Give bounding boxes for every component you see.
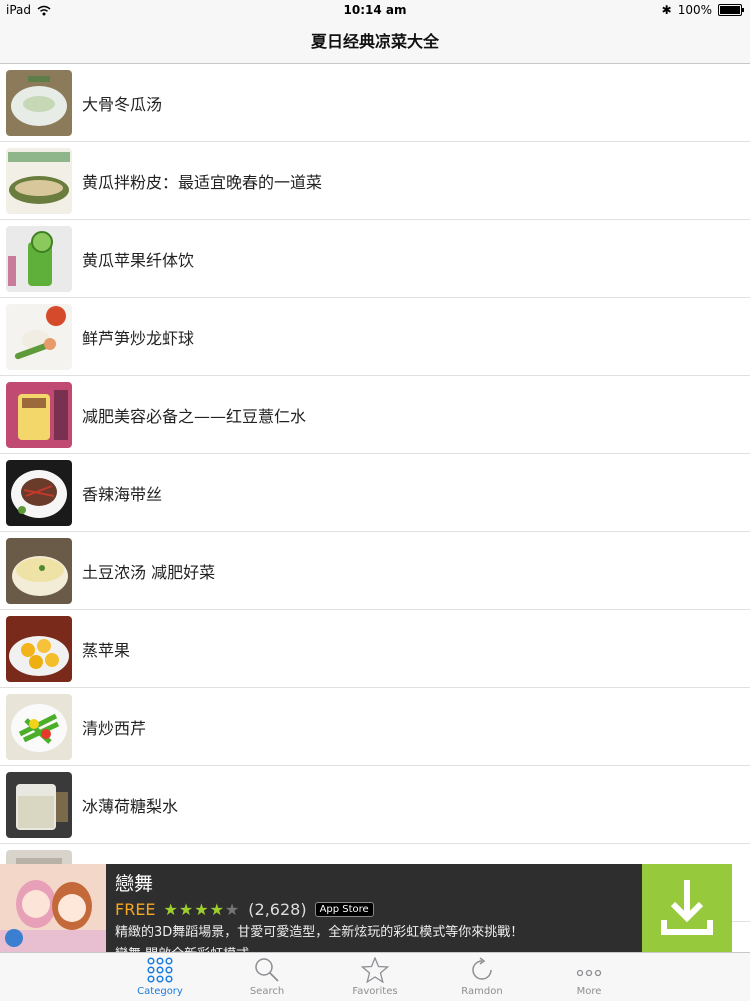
tab-label: Category <box>137 986 183 997</box>
recipe-title: 鲜芦笋炒龙虾球 <box>82 328 195 348</box>
recipe-thumbnail <box>6 381 72 448</box>
ad-app-name: 戀舞 <box>115 873 154 895</box>
ad-desc-line-2: 戀舞 開啟全新彩虹模式 <box>115 944 635 952</box>
tab-label: Ramdon <box>461 986 503 997</box>
search-icon <box>255 958 279 982</box>
tab-favorites[interactable]: Favorites <box>320 953 430 1001</box>
tab-bar: Category Search Favorites Ramdon More <box>0 952 750 1001</box>
recipe-thumbnail <box>6 459 72 526</box>
list-item[interactable]: 蒸苹果 <box>0 610 750 688</box>
list-item[interactable]: 减肥美容必备之——红豆薏仁水 <box>0 376 750 454</box>
recipe-title: 土豆浓汤 减肥好菜 <box>82 562 216 582</box>
tab-search[interactable]: Search <box>212 953 322 1001</box>
tab-category[interactable]: Category <box>105 953 215 1001</box>
download-icon <box>661 880 713 935</box>
recipe-title: 大骨冬瓜汤 <box>82 94 163 114</box>
page-title: 夏日经典凉菜大全 <box>310 32 439 51</box>
ad-app-artwork <box>0 864 106 952</box>
ad-description: 精緻的3D舞蹈場景，甘愛可愛造型，全新炫玩的彩虹模式等你來挑戰！ 戀舞 開啟全新… <box>115 922 635 952</box>
recipe-thumbnail <box>6 771 72 838</box>
grid-icon <box>147 957 173 983</box>
list-item[interactable]: 冰薄荷糖梨水 <box>0 766 750 844</box>
recipe-title: 香辣海带丝 <box>82 484 163 504</box>
list-item[interactable]: 香辣海带丝 <box>0 454 750 532</box>
tab-label: Favorites <box>352 986 398 997</box>
list-item[interactable]: 黄瓜拌粉皮：最适宜晚春的一道菜 <box>0 142 750 220</box>
ad-rating-count: (2,628) <box>248 900 307 919</box>
clock: 10:14 am <box>343 3 407 17</box>
star-icon <box>361 957 389 983</box>
ad-desc-line-1: 精緻的3D舞蹈場景，甘愛可愛造型，全新炫玩的彩虹模式等你來挑戰！ <box>115 925 524 940</box>
battery-icon <box>718 4 744 16</box>
tab-ramdon[interactable]: Ramdon <box>427 953 537 1001</box>
recipe-title: 黄瓜苹果纤体饮 <box>82 250 195 270</box>
nav-bar: 夏日经典凉菜大全 <box>0 22 750 64</box>
download-button[interactable] <box>642 864 732 952</box>
tab-more[interactable]: More <box>534 953 644 1001</box>
list-item[interactable]: 鲜芦笋炒龙虾球 <box>0 298 750 376</box>
recipe-title: 减肥美容必备之——红豆薏仁水 <box>82 406 307 426</box>
tab-label: Search <box>249 986 285 997</box>
recipe-title: 黄瓜拌粉皮：最适宜晚春的一道菜 <box>82 172 323 192</box>
recipe-title: 清炒西芹 <box>82 718 147 738</box>
recipe-thumbnail <box>6 537 72 604</box>
rating-stars-icon: ★★★★★ <box>163 900 241 919</box>
ad-banner[interactable]: 戀舞 FREE ★★★★★ (2,628) App Store 精緻的3D舞蹈場… <box>0 864 732 952</box>
app-store-badge: App Store <box>314 902 374 917</box>
list-item[interactable]: 土豆浓汤 减肥好菜 <box>0 532 750 610</box>
recipe-title: 冰薄荷糖梨水 <box>82 796 179 816</box>
recipe-list: 大骨冬瓜汤 黄瓜拌粉皮：最适宜晚春的一道菜 黄瓜苹果纤体饮 鲜芦笋炒龙虾球 减肥… <box>0 64 750 922</box>
tab-label: More <box>576 986 602 997</box>
refresh-icon <box>472 957 492 980</box>
list-item[interactable]: 大骨冬瓜汤 <box>0 64 750 142</box>
recipe-thumbnail <box>6 225 72 292</box>
recipe-thumbnail <box>6 693 72 760</box>
list-item[interactable]: 清炒西芹 <box>0 688 750 766</box>
list-item[interactable]: 黄瓜苹果纤体饮 <box>0 220 750 298</box>
recipe-thumbnail <box>6 147 72 214</box>
battery-percent: 100% <box>677 3 712 17</box>
recipe-thumbnail <box>6 69 72 136</box>
recipe-thumbnail <box>6 615 72 682</box>
ad-meta: FREE ★★★★★ (2,628) App Store <box>115 900 374 919</box>
recipe-thumbnail <box>6 303 72 370</box>
status-bar: iPad 10:14 am ✱ 100% <box>0 0 750 22</box>
recipe-title: 蒸苹果 <box>82 640 131 660</box>
bluetooth-icon: ✱ <box>661 3 672 17</box>
ad-price: FREE <box>115 900 156 919</box>
more-icon <box>576 969 602 977</box>
app-store-badge-label: App Store <box>319 904 369 915</box>
